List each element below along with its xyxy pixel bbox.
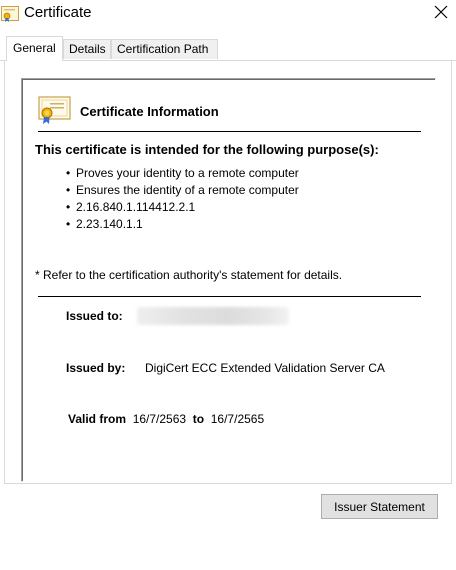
valid-to-label: to bbox=[192, 412, 205, 426]
issued-by-value: DigiCert ECC Extended Validation Server … bbox=[145, 361, 385, 375]
tab-details[interactable]: Details bbox=[63, 39, 111, 59]
purpose-text: Proves your identity to a remote compute… bbox=[76, 166, 299, 180]
purpose-text: 2.16.840.1.114412.2.1 bbox=[76, 200, 196, 214]
authority-note: * Refer to the certification authority's… bbox=[35, 268, 343, 282]
tab-strip: General Details Certification Path bbox=[0, 36, 456, 61]
list-item: • Ensures the identity of a remote comput… bbox=[66, 182, 299, 199]
divider bbox=[38, 296, 421, 297]
title-bar: Certificate bbox=[0, 0, 456, 28]
purpose-heading: This certificate is intended for the fol… bbox=[35, 142, 379, 157]
close-icon bbox=[434, 5, 448, 22]
bullet: • bbox=[66, 183, 71, 197]
certificate-icon bbox=[38, 96, 72, 124]
purpose-text: Ensures the identity of a remote compute… bbox=[76, 183, 299, 197]
window-title: Certificate bbox=[24, 4, 92, 21]
divider bbox=[38, 131, 421, 132]
valid-from-label: Valid from bbox=[68, 412, 127, 426]
valid-from-value: 16/7/2563 bbox=[132, 412, 187, 426]
bullet: • bbox=[66, 166, 71, 180]
list-item: • Proves your identity to a remote comput… bbox=[66, 165, 299, 182]
purpose-text: 2.23.140.1.1 bbox=[76, 217, 143, 231]
bullet: • bbox=[66, 200, 71, 214]
issued-to-label: Issued to: bbox=[66, 309, 123, 323]
issuer-statement-button[interactable]: Issuer Statement bbox=[321, 494, 438, 519]
certificate-information-heading: Certificate Information bbox=[80, 104, 219, 119]
tab-certification-path[interactable]: Certification Path bbox=[111, 39, 218, 59]
issued-to-value-redacted bbox=[137, 307, 289, 325]
valid-to-value: 16/7/2565 bbox=[210, 412, 265, 426]
validity-row: Valid from 16/7/2563 to 16/7/2565 bbox=[68, 412, 264, 426]
purpose-list: • Proves your identity to a remote comput… bbox=[66, 165, 299, 233]
list-item: • 2.23.140.1.1 bbox=[66, 216, 299, 233]
close-button[interactable] bbox=[426, 0, 456, 26]
bullet: • bbox=[66, 217, 71, 231]
list-item: • 2.16.840.1.114412.2.1 bbox=[66, 199, 299, 216]
issued-by-label: Issued by: bbox=[66, 361, 126, 375]
certificate-icon bbox=[1, 6, 19, 22]
tab-general[interactable]: General bbox=[6, 36, 63, 61]
